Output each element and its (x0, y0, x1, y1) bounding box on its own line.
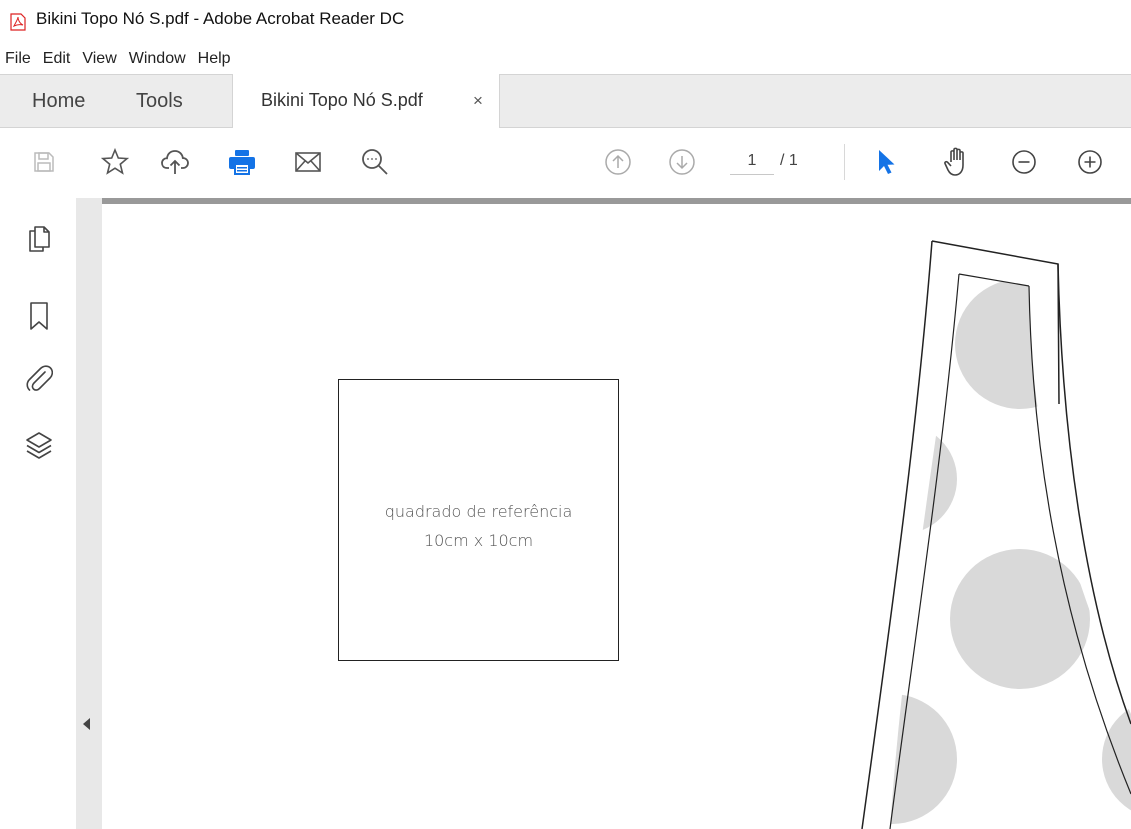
email-icon[interactable] (290, 144, 326, 180)
tab-document[interactable]: Bikini Topo Nó S.pdf × (232, 74, 500, 128)
document-page: quadrado de referência 10cm x 10cm (102, 204, 1131, 829)
collapse-panel-arrow-icon[interactable] (83, 718, 90, 730)
menu-view[interactable]: View (76, 44, 122, 74)
page-total: / 1 (780, 152, 798, 169)
search-icon[interactable] (357, 144, 393, 180)
bikini-pattern-piece (861, 240, 1131, 829)
title-bar: Bikini Topo Nó S.pdf - Adobe Acrobat Rea… (0, 0, 1131, 44)
menu-file[interactable]: File (0, 44, 37, 74)
bookmarks-icon[interactable] (24, 301, 54, 331)
menu-bar: File Edit View Window Help (0, 44, 1131, 74)
attachments-icon[interactable] (24, 363, 54, 393)
zoom-out-icon[interactable] (1006, 144, 1042, 180)
tab-home[interactable]: Home (32, 75, 85, 127)
toolbar-divider (844, 144, 845, 180)
bookmark-star-icon[interactable] (97, 144, 133, 180)
hand-tool-icon[interactable] (939, 144, 975, 180)
page-number-input[interactable] (730, 148, 774, 175)
close-tab-icon[interactable]: × (473, 74, 483, 127)
panel-collapse-strip[interactable] (76, 198, 102, 829)
left-navigation-panel (0, 198, 76, 829)
select-pointer-icon[interactable] (868, 144, 904, 180)
upload-cloud-icon[interactable] (157, 144, 193, 180)
window-title: Bikini Topo Nó S.pdf - Adobe Acrobat Rea… (36, 9, 405, 28)
menu-help[interactable]: Help (192, 44, 237, 74)
toolbar: / 1 (0, 128, 1131, 198)
layers-icon[interactable] (24, 431, 54, 461)
next-page-icon[interactable] (664, 144, 700, 180)
save-icon[interactable] (26, 144, 62, 180)
previous-page-icon[interactable] (600, 144, 636, 180)
document-tab-label: Bikini Topo Nó S.pdf (261, 90, 423, 110)
page-thumbnails-icon[interactable] (24, 225, 54, 255)
menu-edit[interactable]: Edit (37, 44, 77, 74)
menu-window[interactable]: Window (123, 44, 192, 74)
tab-bar: Home Tools Bikini Topo Nó S.pdf × (0, 74, 1131, 128)
zoom-in-icon[interactable] (1072, 144, 1108, 180)
print-icon[interactable] (224, 144, 260, 180)
acrobat-pdf-icon (10, 13, 26, 31)
tab-tools[interactable]: Tools (136, 75, 183, 127)
